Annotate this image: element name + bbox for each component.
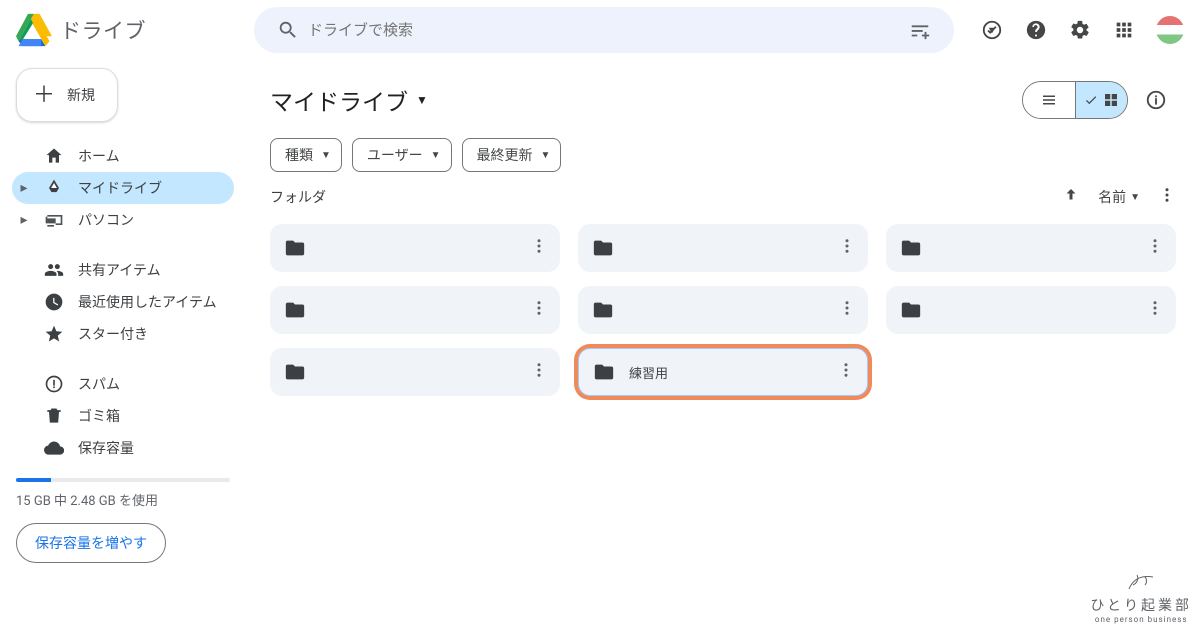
- search-options-icon[interactable]: [900, 10, 940, 50]
- sidebar-item-people[interactable]: 共有アイテム: [12, 254, 234, 286]
- folder-icon: [900, 299, 922, 321]
- sidebar-item-cloud[interactable]: 保存容量: [12, 432, 234, 464]
- trash-icon: [44, 406, 64, 426]
- folder-more-icon[interactable]: [838, 237, 856, 259]
- page-title[interactable]: マイドライブ ▼: [270, 83, 428, 117]
- grid-view-button[interactable]: [1075, 82, 1127, 118]
- drive-icon: [44, 178, 64, 198]
- sidebar-item-label: スター付き: [78, 324, 148, 344]
- sort-by-button[interactable]: 名前 ▼: [1098, 187, 1140, 207]
- expander-icon[interactable]: ▸: [18, 212, 30, 228]
- search-bar[interactable]: [254, 7, 954, 53]
- folder-icon: [592, 299, 614, 321]
- folder-more-icon[interactable]: [838, 299, 856, 321]
- folder-name: 練習用: [629, 363, 823, 382]
- folder-card[interactable]: [270, 224, 560, 272]
- buy-storage-button[interactable]: 保存容量を増やす: [16, 523, 166, 563]
- chip-label: 種類: [285, 145, 313, 165]
- expander-icon[interactable]: ▸: [18, 180, 30, 196]
- folder-card[interactable]: [886, 286, 1176, 334]
- view-toggle: [1022, 81, 1128, 119]
- sort-direction-icon[interactable]: [1062, 186, 1080, 208]
- search-icon[interactable]: [268, 10, 308, 50]
- folder-more-icon[interactable]: [530, 237, 548, 259]
- account-avatar[interactable]: [1154, 14, 1186, 46]
- sidebar-item-home[interactable]: ホーム: [12, 140, 234, 172]
- sidebar-item-label: パソコン: [78, 210, 134, 230]
- header-actions: [972, 10, 1186, 50]
- apps-icon[interactable]: [1104, 10, 1144, 50]
- folder-card[interactable]: [578, 286, 868, 334]
- folder-card[interactable]: [886, 224, 1176, 272]
- app-name: ドライブ: [60, 15, 146, 45]
- sidebar: ＋ 新規 ホーム ▸ マイドライブ ▸ パソコン 共有アイテム最近使用したアイテムスター…: [0, 60, 246, 630]
- new-button-label: 新規: [67, 85, 95, 105]
- sidebar-item-spam[interactable]: スパム: [12, 368, 234, 400]
- folder-more-icon[interactable]: [1146, 237, 1164, 259]
- chevron-down-icon: ▼: [321, 150, 331, 161]
- sidebar-item-label: スパム: [78, 374, 120, 394]
- chevron-down-icon: ▼: [431, 150, 441, 161]
- folder-icon: [592, 237, 614, 259]
- settings-icon[interactable]: [1060, 10, 1100, 50]
- more-options-icon[interactable]: [1158, 186, 1176, 208]
- sidebar-item-label: ゴミ箱: [78, 406, 120, 426]
- home-icon: [44, 146, 64, 166]
- sidebar-item-label: マイドライブ: [78, 178, 162, 198]
- chevron-down-icon: ▼: [1130, 192, 1140, 203]
- folder-icon: [593, 361, 615, 383]
- storage-text: 15 GB 中 2.48 GB を使用: [16, 490, 230, 509]
- folder-card[interactable]: [270, 286, 560, 334]
- folder-icon: [284, 237, 306, 259]
- devices-icon: [44, 210, 64, 230]
- filter-chip-種類[interactable]: 種類 ▼: [270, 138, 342, 172]
- details-icon[interactable]: [1136, 80, 1176, 120]
- folder-more-icon[interactable]: [837, 361, 855, 383]
- section-label: フォルダ: [270, 187, 326, 207]
- cloud-icon: [44, 438, 64, 458]
- folder-icon: [900, 237, 922, 259]
- chevron-down-icon: ▼: [541, 150, 551, 161]
- watermark: ひとり起業部 one person business: [1090, 569, 1192, 624]
- folder-card[interactable]: [270, 348, 560, 396]
- sidebar-item-label: 最近使用したアイテム: [78, 292, 217, 312]
- header: ドライブ: [0, 0, 1200, 60]
- sidebar-item-trash[interactable]: ゴミ箱: [12, 400, 234, 432]
- filter-chip-ユーザー[interactable]: ユーザー ▼: [352, 138, 452, 172]
- logo[interactable]: ドライブ: [16, 12, 246, 48]
- spam-icon: [44, 374, 64, 394]
- folder-card[interactable]: 練習用: [578, 348, 868, 396]
- filter-chip-最終更新[interactable]: 最終更新 ▼: [462, 138, 562, 172]
- folder-more-icon[interactable]: [530, 361, 548, 383]
- folder-more-icon[interactable]: [530, 299, 548, 321]
- star-icon: [44, 324, 64, 344]
- sidebar-item-clock[interactable]: 最近使用したアイテム: [12, 286, 234, 318]
- sidebar-item-label: ホーム: [78, 146, 120, 166]
- chip-label: 最終更新: [477, 145, 533, 165]
- sidebar-item-devices[interactable]: ▸ パソコン: [12, 204, 234, 236]
- clock-icon: [44, 292, 64, 312]
- folder-card[interactable]: [578, 224, 868, 272]
- sidebar-item-label: 共有アイテム: [78, 260, 161, 280]
- folder-more-icon[interactable]: [1146, 299, 1164, 321]
- list-view-button[interactable]: [1023, 82, 1075, 118]
- title-dropdown-icon: ▼: [416, 93, 428, 107]
- search-input[interactable]: [308, 22, 900, 39]
- sidebar-item-star[interactable]: スター付き: [12, 318, 234, 350]
- sidebar-item-drive[interactable]: ▸ マイドライブ: [12, 172, 234, 204]
- storage-section: 15 GB 中 2.48 GB を使用 保存容量を増やす: [12, 468, 234, 563]
- help-icon[interactable]: [1016, 10, 1056, 50]
- folder-icon: [284, 299, 306, 321]
- offline-status-icon[interactable]: [972, 10, 1012, 50]
- sort-by-label: 名前: [1098, 187, 1126, 207]
- page-title-text: マイドライブ: [270, 83, 408, 117]
- sidebar-item-label: 保存容量: [78, 438, 134, 458]
- people-icon: [44, 260, 64, 280]
- storage-bar: [16, 478, 230, 482]
- folder-icon: [284, 361, 306, 383]
- new-button[interactable]: ＋ 新規: [16, 68, 118, 122]
- main-content: マイドライブ ▼ 種類 ▼ ユーザー ▼ 最終更新 ▼ フォルダ 名前 ▼: [246, 60, 1200, 630]
- chip-label: ユーザー: [367, 145, 423, 165]
